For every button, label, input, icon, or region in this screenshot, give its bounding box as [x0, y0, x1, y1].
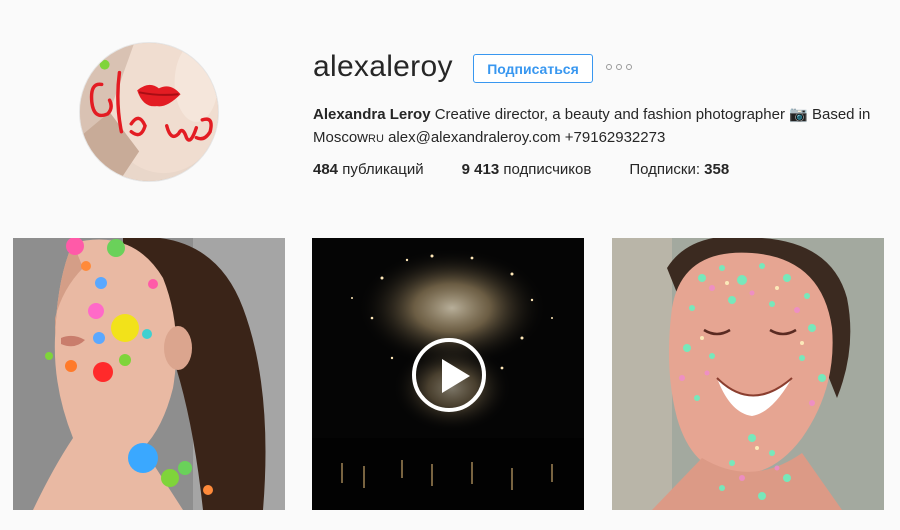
posts-stat: 484 публикаций: [313, 161, 424, 178]
post-thumbnail[interactable]: [13, 238, 285, 510]
bio-based: Based in: [811, 106, 871, 123]
followers-label: подписчиков: [503, 161, 592, 178]
follow-button[interactable]: Подписаться: [473, 54, 593, 83]
post-image: [13, 238, 285, 510]
post-thumbnail-video[interactable]: [312, 238, 584, 510]
profile-bio: Alexandra Leroy Creative director, a bea…: [313, 103, 893, 151]
bio-country: RU: [368, 133, 384, 145]
dot-icon: [616, 64, 622, 70]
bio-city: Moscow: [313, 129, 369, 146]
bio-description: Creative director, a beauty and fashion …: [434, 106, 785, 123]
dot-icon: [626, 64, 632, 70]
dot-icon: [606, 64, 612, 70]
profile-stats: 484 публикаций 9 413 подписчиков Подписк…: [313, 161, 767, 178]
bio-phone: +79162932273: [564, 129, 666, 146]
play-icon[interactable]: [412, 338, 486, 412]
followers-stat[interactable]: 9 413 подписчиков: [462, 161, 592, 178]
camera-icon: 📷: [789, 106, 808, 123]
profile-page: alexaleroy Подписаться Alexandra Leroy C…: [0, 0, 900, 530]
following-count: 358: [704, 161, 730, 178]
followers-count: 9 413: [461, 161, 500, 178]
more-options-icon[interactable]: [606, 64, 632, 70]
bio-email: alex@alexandraleroy.com: [388, 129, 561, 146]
profile-full-name: Alexandra Leroy: [313, 106, 431, 123]
following-label: Подписки:: [629, 161, 700, 178]
avatar-image: [80, 43, 218, 181]
posts-label: публикаций: [342, 161, 424, 178]
following-stat[interactable]: Подписки: 358: [629, 161, 729, 178]
post-thumbnail[interactable]: [612, 238, 884, 510]
profile-username: alexaleroy: [313, 50, 453, 83]
post-image: [612, 238, 884, 510]
posts-count: 484: [313, 161, 339, 178]
avatar[interactable]: [79, 42, 219, 182]
